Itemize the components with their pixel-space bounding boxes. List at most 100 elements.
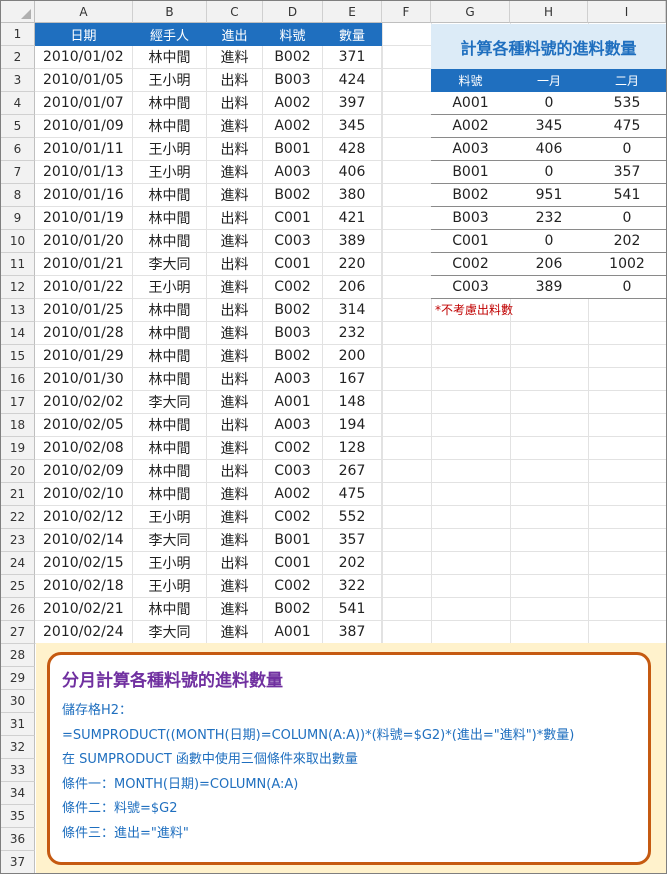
table-cell[interactable]: A002 — [263, 115, 323, 138]
summary-cell[interactable]: A001 — [431, 92, 510, 115]
table-cell[interactable]: 345 — [323, 115, 382, 138]
row-header-30[interactable]: 30 — [1, 690, 35, 713]
table-cell[interactable]: 林中間 — [133, 368, 207, 391]
table-cell[interactable]: 2010/02/05 — [35, 414, 133, 437]
table-cell[interactable]: A002 — [263, 483, 323, 506]
table-cell[interactable]: 進料 — [207, 345, 263, 368]
summary-cell[interactable]: 475 — [588, 115, 666, 138]
table-cell[interactable]: 2010/02/15 — [35, 552, 133, 575]
row-header-15[interactable]: 15 — [1, 345, 35, 368]
table-header-cell[interactable]: 進出 — [207, 23, 263, 46]
table-cell[interactable]: 林中間 — [133, 207, 207, 230]
row-header-2[interactable]: 2 — [1, 46, 35, 69]
row-header-34[interactable]: 34 — [1, 782, 35, 805]
table-cell[interactable]: 王小明 — [133, 506, 207, 529]
summary-header-cell[interactable]: 一月 — [510, 69, 588, 92]
table-cell[interactable]: 林中間 — [133, 460, 207, 483]
row-header-28[interactable]: 28 — [1, 644, 35, 667]
table-cell[interactable]: 出料 — [207, 299, 263, 322]
table-cell[interactable]: 314 — [323, 299, 382, 322]
summary-cell[interactable]: B002 — [431, 184, 510, 207]
table-cell[interactable]: B001 — [263, 138, 323, 161]
column-header-c[interactable]: C — [207, 1, 263, 23]
table-cell[interactable]: 進料 — [207, 230, 263, 253]
column-header-b[interactable]: B — [133, 1, 207, 23]
table-cell[interactable]: C003 — [263, 230, 323, 253]
table-cell[interactable]: 387 — [323, 621, 382, 644]
table-cell[interactable]: 322 — [323, 575, 382, 598]
row-header-29[interactable]: 29 — [1, 667, 35, 690]
summary-cell[interactable]: 535 — [588, 92, 666, 115]
summary-cell[interactable]: 0 — [588, 138, 666, 161]
table-cell[interactable]: 林中間 — [133, 115, 207, 138]
table-cell[interactable]: 2010/01/11 — [35, 138, 133, 161]
row-header-25[interactable]: 25 — [1, 575, 35, 598]
table-cell[interactable]: 2010/01/09 — [35, 115, 133, 138]
table-cell[interactable]: 進料 — [207, 506, 263, 529]
table-cell[interactable]: 2010/01/05 — [35, 69, 133, 92]
summary-cell[interactable]: 0 — [510, 230, 588, 253]
table-cell[interactable]: 王小明 — [133, 552, 207, 575]
table-cell[interactable]: B001 — [263, 529, 323, 552]
table-cell[interactable]: 167 — [323, 368, 382, 391]
table-cell[interactable]: 2010/01/07 — [35, 92, 133, 115]
summary-cell[interactable]: 406 — [510, 138, 588, 161]
table-cell[interactable]: 林中間 — [133, 230, 207, 253]
table-cell[interactable]: 進料 — [207, 621, 263, 644]
table-cell[interactable]: A001 — [263, 391, 323, 414]
table-cell[interactable]: 371 — [323, 46, 382, 69]
row-header-23[interactable]: 23 — [1, 529, 35, 552]
row-header-20[interactable]: 20 — [1, 460, 35, 483]
table-cell[interactable]: B003 — [263, 69, 323, 92]
row-header-9[interactable]: 9 — [1, 207, 35, 230]
table-cell[interactable]: 128 — [323, 437, 382, 460]
row-header-24[interactable]: 24 — [1, 552, 35, 575]
table-cell[interactable]: C001 — [263, 253, 323, 276]
row-header-1[interactable]: 1 — [1, 23, 35, 46]
row-header-13[interactable]: 13 — [1, 299, 35, 322]
table-cell[interactable]: 220 — [323, 253, 382, 276]
table-header-cell[interactable]: 料號 — [263, 23, 323, 46]
summary-cell[interactable]: 541 — [588, 184, 666, 207]
table-cell[interactable]: 出料 — [207, 368, 263, 391]
table-cell[interactable]: C001 — [263, 552, 323, 575]
table-cell[interactable]: 進料 — [207, 161, 263, 184]
table-cell[interactable]: 出料 — [207, 69, 263, 92]
table-cell[interactable]: B002 — [263, 598, 323, 621]
table-cell[interactable]: 541 — [323, 598, 382, 621]
table-cell[interactable]: 202 — [323, 552, 382, 575]
table-cell[interactable]: B002 — [263, 184, 323, 207]
table-cell[interactable]: 李大同 — [133, 253, 207, 276]
table-cell[interactable]: C001 — [263, 207, 323, 230]
table-cell[interactable]: 148 — [323, 391, 382, 414]
row-header-19[interactable]: 19 — [1, 437, 35, 460]
table-cell[interactable]: 2010/01/29 — [35, 345, 133, 368]
row-header-33[interactable]: 33 — [1, 759, 35, 782]
table-cell[interactable]: 進料 — [207, 46, 263, 69]
summary-cell[interactable]: 0 — [510, 92, 588, 115]
row-header-27[interactable]: 27 — [1, 621, 35, 644]
table-cell[interactable]: 進料 — [207, 276, 263, 299]
row-header-6[interactable]: 6 — [1, 138, 35, 161]
row-header-31[interactable]: 31 — [1, 713, 35, 736]
summary-cell[interactable]: A003 — [431, 138, 510, 161]
table-cell[interactable]: 王小明 — [133, 276, 207, 299]
table-cell[interactable]: B002 — [263, 345, 323, 368]
table-cell[interactable]: 進料 — [207, 529, 263, 552]
table-cell[interactable]: 林中間 — [133, 322, 207, 345]
table-cell[interactable]: 進料 — [207, 115, 263, 138]
table-cell[interactable]: 2010/01/25 — [35, 299, 133, 322]
summary-cell[interactable]: 202 — [588, 230, 666, 253]
table-cell[interactable]: 194 — [323, 414, 382, 437]
table-cell[interactable]: 李大同 — [133, 391, 207, 414]
table-cell[interactable]: A001 — [263, 621, 323, 644]
table-cell[interactable]: 428 — [323, 138, 382, 161]
table-cell[interactable]: 2010/01/21 — [35, 253, 133, 276]
table-cell[interactable]: B002 — [263, 299, 323, 322]
table-cell[interactable]: 232 — [323, 322, 382, 345]
row-header-22[interactable]: 22 — [1, 506, 35, 529]
summary-cell[interactable]: 0 — [588, 207, 666, 230]
column-header-d[interactable]: D — [263, 1, 323, 23]
summary-cell[interactable]: 389 — [510, 276, 588, 299]
table-cell[interactable]: B002 — [263, 46, 323, 69]
